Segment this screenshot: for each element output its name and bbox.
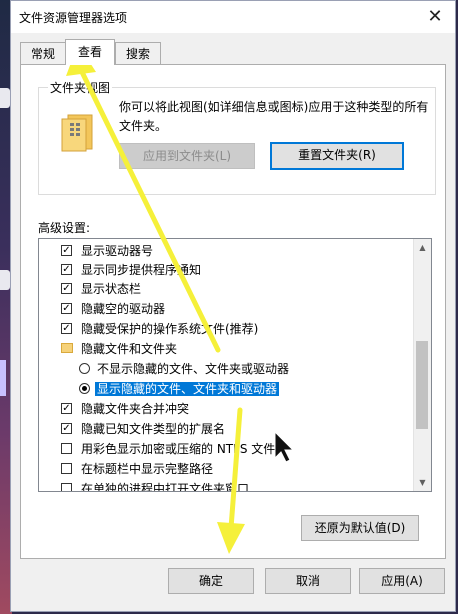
close-icon[interactable]: ✕ bbox=[425, 6, 445, 27]
apply-button[interactable]: 应用(A) bbox=[359, 568, 445, 594]
list-item[interactable]: ✓ 显示驱动器号 bbox=[61, 241, 153, 261]
scroll-up-icon[interactable]: ▲ bbox=[414, 239, 431, 256]
tab-label: 查看 bbox=[77, 45, 102, 59]
scrollbar-thumb[interactable] bbox=[416, 341, 428, 429]
advanced-settings-label: 高级设置: bbox=[38, 221, 91, 235]
list-item-label: 显示隐藏的文件、文件夹和驱动器 bbox=[95, 382, 280, 396]
scrollbar[interactable]: ▲ ▼ bbox=[413, 239, 431, 491]
radio-button[interactable] bbox=[79, 383, 90, 394]
list-item[interactable]: ✓ 隐藏文件夹合并冲突 bbox=[61, 399, 189, 419]
list-item-label: 隐藏空的驱动器 bbox=[81, 302, 166, 316]
list-item[interactable]: ✓ 显示状态栏 bbox=[61, 279, 141, 299]
tab-label: 搜索 bbox=[125, 47, 150, 61]
list-item-label: 在标题栏中显示完整路径 bbox=[81, 462, 214, 476]
list-item-label: 隐藏已知文件类型的扩展名 bbox=[81, 422, 226, 436]
folder-view-icon bbox=[61, 114, 93, 152]
folder-options-dialog: 文件资源管理器选项 ✕ 常规 查看 搜索 文件夹视图 你可以将此视图(如详细信息… bbox=[10, 0, 456, 612]
desktop-icon bbox=[0, 270, 10, 290]
checkbox[interactable]: ✓ bbox=[61, 403, 72, 414]
restore-defaults-button[interactable]: 还原为默认值(D) bbox=[301, 515, 419, 541]
list-item[interactable]: 不显示隐藏的文件、文件夹或驱动器 bbox=[79, 359, 289, 379]
checkbox[interactable]: ✓ bbox=[61, 423, 72, 434]
list-item-label: 隐藏文件夹合并冲突 bbox=[81, 402, 190, 416]
desktop-icon bbox=[0, 88, 10, 108]
folder-view-description: 你可以将此视图(如详细信息或图标)应用于这种类型的所有文件夹。 bbox=[119, 100, 429, 133]
advanced-settings-list[interactable]: ✓ 显示驱动器号 ✓ 显示同步提供程序通知 ✓ 显示状态栏 ✓ 隐藏空的驱动器 … bbox=[38, 238, 432, 492]
checkbox[interactable]: ✓ bbox=[61, 245, 72, 256]
checkbox[interactable]: ✓ bbox=[61, 303, 72, 314]
cancel-button[interactable]: 取消 bbox=[265, 568, 351, 594]
list-item[interactable]: 显示隐藏的文件、文件夹和驱动器 bbox=[79, 379, 280, 399]
list-item[interactable]: ✓ 隐藏受保护的操作系统文件(推荐) bbox=[61, 319, 258, 339]
list-item-label: 用彩色显示加密或压缩的 NTFS 文件 bbox=[81, 442, 276, 456]
tab-label: 常规 bbox=[30, 47, 55, 61]
reset-folders-button[interactable]: 重置文件夹(R) bbox=[270, 142, 404, 170]
tab-view[interactable]: 查看 bbox=[65, 39, 115, 65]
checkbox[interactable]: ✓ bbox=[61, 264, 72, 275]
list-item-label: 显示同步提供程序通知 bbox=[81, 263, 202, 277]
window-title: 文件资源管理器选项 bbox=[19, 11, 128, 25]
list-item[interactable]: 在单独的进程中打开文件夹窗口 bbox=[61, 479, 250, 492]
list-item[interactable]: ✓ 显示同步提供程序通知 bbox=[61, 260, 201, 280]
list-item[interactable]: 在标题栏中显示完整路径 bbox=[61, 459, 213, 479]
desktop-icon bbox=[0, 360, 6, 396]
list-item-label: 显示状态栏 bbox=[81, 282, 142, 296]
ok-button[interactable]: 确定 bbox=[168, 568, 254, 594]
folder-icon bbox=[61, 343, 73, 353]
tab-search[interactable]: 搜索 bbox=[115, 42, 161, 64]
checkbox[interactable]: ✓ bbox=[61, 323, 72, 334]
tab-general[interactable]: 常规 bbox=[20, 42, 66, 64]
list-item-label: 隐藏文件和文件夹 bbox=[81, 342, 178, 356]
scroll-down-icon[interactable]: ▼ bbox=[414, 474, 431, 491]
checkbox[interactable] bbox=[61, 443, 72, 454]
list-item-label: 不显示隐藏的文件、文件夹或驱动器 bbox=[97, 362, 290, 376]
list-item: 隐藏文件和文件夹 bbox=[61, 339, 177, 359]
list-item[interactable]: ✓ 隐藏已知文件类型的扩展名 bbox=[61, 419, 225, 439]
list-item-label: 显示驱动器号 bbox=[81, 244, 154, 258]
list-item-label: 在单独的进程中打开文件夹窗口 bbox=[81, 482, 250, 492]
list-item[interactable]: 用彩色显示加密或压缩的 NTFS 文件 bbox=[61, 439, 275, 459]
checkbox[interactable]: ✓ bbox=[61, 283, 72, 294]
checkbox[interactable] bbox=[61, 463, 72, 474]
apply-to-folders-button[interactable]: 应用到文件夹(L) bbox=[119, 143, 255, 169]
checkbox[interactable] bbox=[61, 483, 72, 491]
list-item[interactable]: ✓ 隐藏空的驱动器 bbox=[61, 299, 165, 319]
folder-view-legend: 文件夹视图 bbox=[48, 79, 113, 96]
list-item-label: 隐藏受保护的操作系统文件(推荐) bbox=[81, 322, 259, 336]
radio-button[interactable] bbox=[79, 363, 90, 374]
title-bar: 文件资源管理器选项 ✕ bbox=[11, 1, 455, 33]
